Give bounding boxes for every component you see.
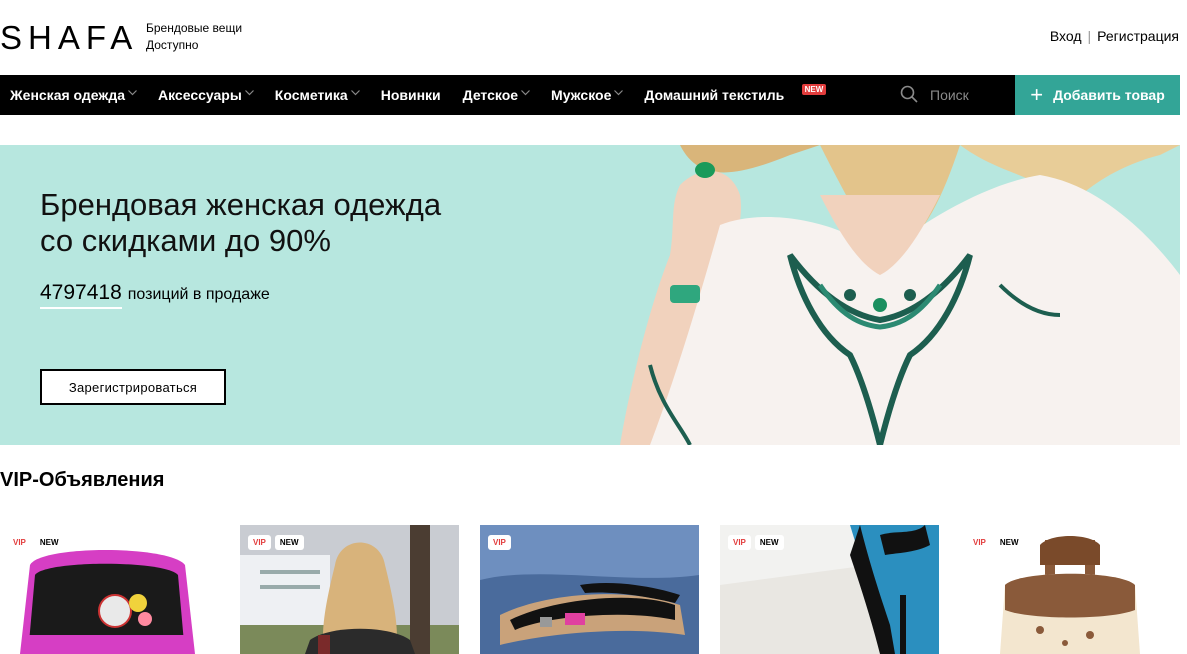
vip-badge: VIP: [488, 535, 511, 550]
listing-count-number: 4797418: [40, 281, 122, 309]
logo[interactable]: SHAFA: [0, 18, 138, 58]
nav-item-home-textile[interactable]: Домашний текстиль NEW: [634, 75, 827, 115]
vip-badge: VIP: [248, 535, 271, 550]
hero-banner: Брендовая женская одежда со скидками до …: [0, 145, 1180, 445]
tagline-line1: Брендовые вещи: [146, 21, 243, 35]
search-icon[interactable]: [900, 85, 930, 106]
search-field[interactable]: Поиск: [900, 75, 969, 115]
plus-icon: +: [1030, 82, 1044, 107]
card-labels: VIP NEW: [8, 535, 64, 550]
nav-item-label: Детское: [462, 87, 519, 103]
nav-item-accessories[interactable]: Аксессуары: [148, 75, 265, 115]
main-nav: Женская одежда Аксессуары Косметика Нови…: [0, 75, 1180, 115]
nav-item-label: Аксессуары: [158, 87, 242, 103]
card-labels: VIP NEW: [728, 535, 784, 550]
card-labels: VIP: [488, 535, 511, 550]
new-badge: NEW: [274, 535, 304, 550]
vip-section-title: VIP-Объявления: [0, 469, 165, 491]
card-labels: VIP NEW: [248, 535, 304, 550]
add-product-label: Добавить товар: [1053, 87, 1165, 103]
vip-badge: VIP: [8, 535, 31, 550]
card-labels: VIP NEW: [968, 535, 1024, 550]
nav-item-label: Новинки: [380, 87, 441, 103]
chevron-down-icon: [244, 90, 254, 98]
chevron-down-icon: [350, 90, 360, 98]
chevron-down-icon: [614, 90, 624, 98]
hero-model-photo: [620, 145, 1180, 445]
new-badge: NEW: [994, 535, 1024, 550]
nav-item-label: Косметика: [274, 87, 348, 103]
hero-title-line2: со скидками до 90%: [40, 223, 331, 258]
vip-cards: VIP NEW VIP NEW VIP VIP NEW VIP NEW: [0, 525, 1187, 654]
add-product-button[interactable]: + Добавить товар: [1015, 75, 1180, 115]
vip-card[interactable]: VIP: [480, 525, 699, 654]
vip-card[interactable]: VIP NEW: [720, 525, 939, 654]
search-input[interactable]: Поиск: [930, 87, 969, 103]
nav-item-mens[interactable]: Мужское: [541, 75, 634, 115]
vip-card[interactable]: VIP NEW: [240, 525, 459, 654]
hero-listing-count: 4797418 позиций в продаже: [40, 281, 270, 309]
header: SHAFA Брендовые вещи Доступно Вход | Рег…: [0, 0, 1187, 75]
auth-separator: |: [1087, 28, 1092, 44]
nav-item-womens-clothing[interactable]: Женская одежда: [0, 75, 148, 115]
product-image-sandals: [480, 525, 699, 654]
hero-title: Брендовая женская одежда со скидками до …: [40, 187, 441, 259]
tagline-line2: Доступно: [146, 38, 199, 52]
vip-badge: VIP: [728, 535, 751, 550]
new-badge: NEW: [801, 84, 827, 95]
chevron-down-icon: [521, 90, 530, 98]
chevron-down-icon: [128, 90, 137, 98]
tagline: Брендовые вещи Доступно: [146, 20, 242, 54]
listing-count-label: позиций в продаже: [127, 286, 270, 303]
vip-badge: VIP: [968, 535, 991, 550]
nav-item-new-arrivals[interactable]: Новинки: [371, 75, 453, 115]
hero-register-button[interactable]: Зарегистрироваться: [40, 369, 226, 405]
nav-item-label: Женская одежда: [10, 87, 125, 103]
login-link[interactable]: Вход: [1050, 28, 1082, 44]
register-link[interactable]: Регистрация: [1097, 28, 1179, 44]
nav-item-label: Домашний текстиль: [644, 87, 785, 103]
auth-links: Вход | Регистрация: [1050, 28, 1179, 44]
hero-title-line1: Брендовая женская одежда: [40, 187, 442, 222]
nav-item-kids[interactable]: Детское: [453, 75, 541, 115]
new-badge: NEW: [754, 535, 784, 550]
vip-card[interactable]: VIP NEW: [960, 525, 1179, 654]
nav-item-label: Мужское: [551, 87, 612, 103]
vip-card[interactable]: VIP NEW: [0, 525, 219, 654]
new-badge: NEW: [34, 535, 64, 550]
nav-item-cosmetics[interactable]: Косметика: [265, 75, 371, 115]
